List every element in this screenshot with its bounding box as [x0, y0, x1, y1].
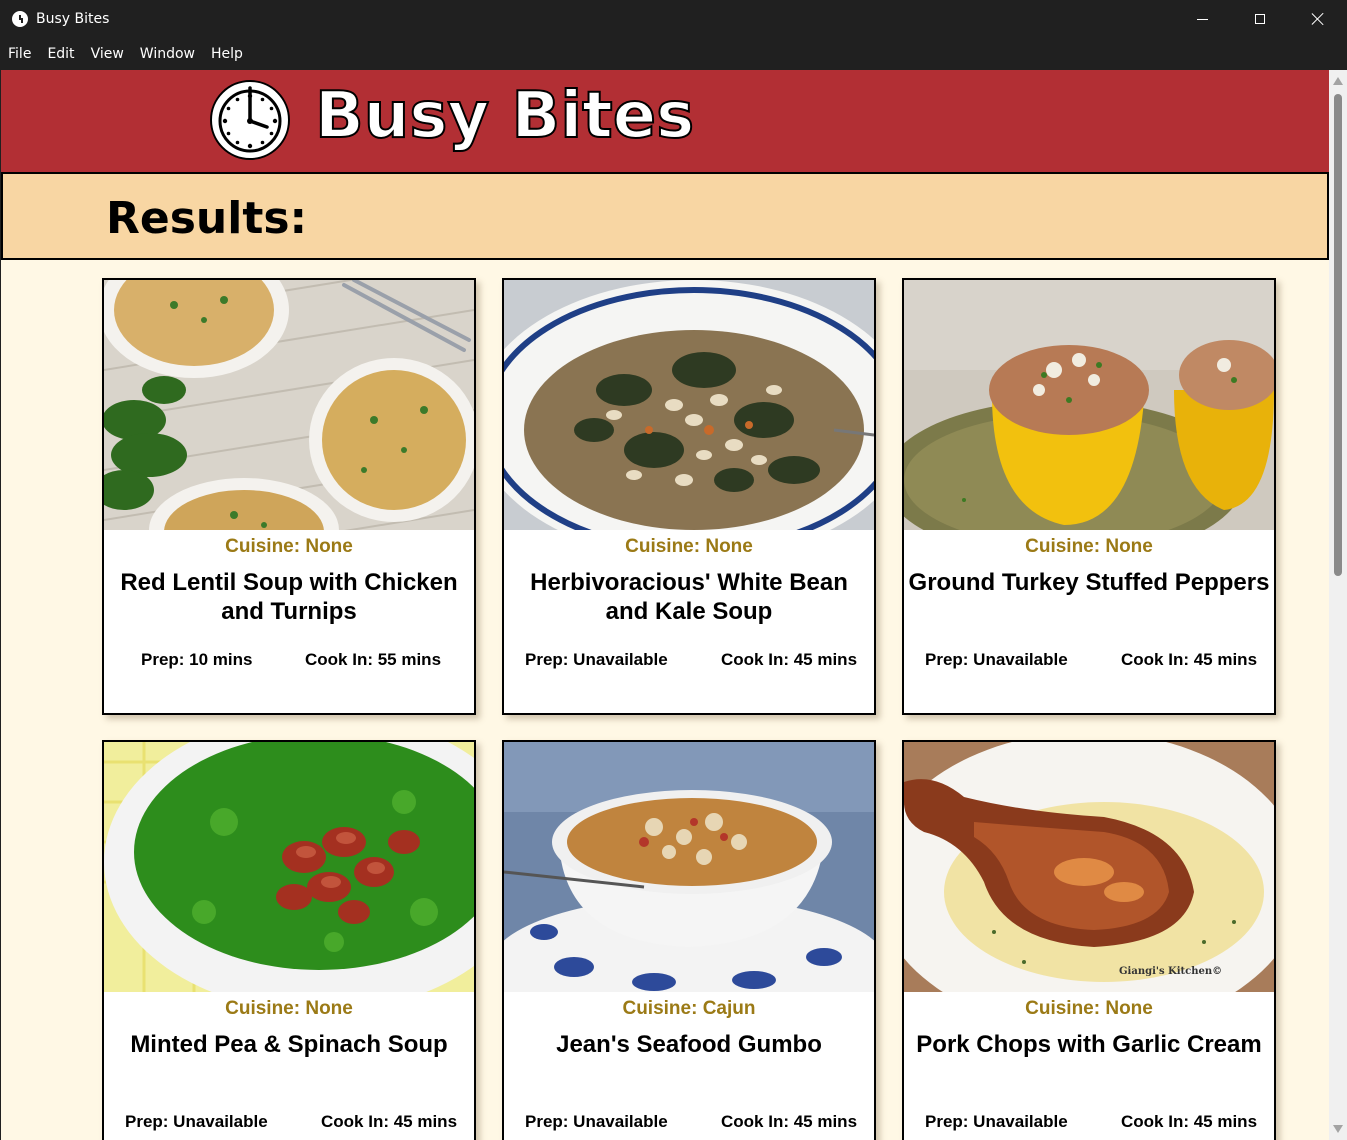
bean-kale-soup-photo [504, 280, 874, 530]
pork-chop-photo: Giangi's Kitchen© [904, 742, 1274, 992]
menu-file[interactable]: File [0, 38, 39, 70]
recipe-image [104, 742, 474, 992]
recipe-image [504, 742, 874, 992]
scrollbar-thumb[interactable] [1334, 94, 1342, 576]
recipe-meta: Prep: 10 mins Cook In: 55 mins [104, 650, 474, 672]
recipe-meta: Prep: Unavailable Cook In: 45 mins [504, 1112, 874, 1134]
recipe-image [104, 280, 474, 530]
recipe-meta: Prep: Unavailable Cook In: 45 mins [504, 650, 874, 672]
recipe-card[interactable]: Cuisine: None Ground Turkey Stuffed Pepp… [902, 278, 1276, 715]
maximize-button[interactable] [1231, 0, 1289, 38]
seafood-gumbo-photo [504, 742, 874, 992]
recipe-card[interactable]: Giangi's Kitchen© Cuisine: None Pork Cho… [902, 740, 1276, 1140]
recipe-meta: Prep: Unavailable Cook In: 45 mins [104, 1112, 474, 1134]
cuisine-label: Cuisine: None [1025, 536, 1153, 557]
menu-bar: File Edit View Window Help [0, 38, 1347, 70]
close-icon [1311, 12, 1325, 26]
scroll-up-arrow-icon[interactable] [1333, 77, 1343, 85]
lentil-soup-photo [104, 280, 474, 530]
close-button[interactable] [1289, 0, 1347, 38]
cuisine-label: Cuisine: None [1025, 998, 1153, 1019]
cook-time: Cook In: 45 mins [721, 650, 858, 669]
recipe-meta: Prep: Unavailable Cook In: 45 mins [904, 650, 1274, 672]
recipe-title[interactable]: Herbivoracious' White Bean and Kale Soup [508, 568, 870, 626]
app-logo-text: Busy Bites [314, 78, 695, 154]
results-bar: Results: [1, 172, 1329, 260]
vertical-scrollbar[interactable] [1329, 70, 1347, 1140]
app-viewport: Busy Bites Results: Cuisine: None Red Le… [1, 70, 1329, 1140]
menu-edit[interactable]: Edit [39, 38, 82, 70]
prep-time: Prep: Unavailable [525, 650, 668, 669]
prep-time: Prep: Unavailable [525, 1112, 668, 1131]
cuisine-label: Cuisine: None [225, 536, 353, 557]
recipe-title[interactable]: Red Lentil Soup with Chicken and Turnips [108, 568, 470, 626]
scroll-down-arrow-icon[interactable] [1333, 1125, 1343, 1133]
cook-time: Cook In: 55 mins [305, 650, 442, 669]
recipe-title[interactable]: Pork Chops with Garlic Cream [908, 1030, 1270, 1059]
cook-time: Cook In: 45 mins [1121, 650, 1258, 669]
app-header: Busy Bites [1, 70, 1329, 172]
menu-window[interactable]: Window [132, 38, 203, 70]
cook-time: Cook In: 45 mins [1121, 1112, 1258, 1131]
cook-time: Cook In: 45 mins [721, 1112, 858, 1131]
pea-spinach-soup-photo [104, 742, 474, 992]
recipe-image: Giangi's Kitchen© [904, 742, 1274, 992]
maximize-icon [1255, 14, 1265, 24]
recipe-title[interactable]: Ground Turkey Stuffed Peppers [908, 568, 1270, 597]
minimize-icon [1196, 18, 1208, 20]
stuffed-peppers-photo [904, 280, 1274, 530]
window-title: Busy Bites [36, 11, 110, 27]
minimize-button[interactable] [1173, 0, 1231, 38]
recipe-card[interactable]: Cuisine: None Minted Pea & Spinach Soup … [102, 740, 476, 1140]
recipe-card[interactable]: Cuisine: None Red Lentil Soup with Chick… [102, 278, 476, 715]
cuisine-label: Cuisine: None [625, 536, 753, 557]
recipe-image [904, 280, 1274, 530]
menu-help[interactable]: Help [203, 38, 251, 70]
window-controls [1173, 0, 1347, 38]
recipe-card[interactable]: Cuisine: None Herbivoracious' White Bean… [502, 278, 876, 715]
recipe-image [504, 280, 874, 530]
cook-time: Cook In: 45 mins [321, 1112, 458, 1131]
recipe-meta: Prep: Unavailable Cook In: 45 mins [904, 1112, 1274, 1134]
prep-time: Prep: Unavailable [925, 1112, 1068, 1131]
recipe-title[interactable]: Minted Pea & Spinach Soup [108, 1030, 470, 1059]
cuisine-label: Cuisine: Cajun [622, 998, 756, 1019]
prep-time: Prep: Unavailable [125, 1112, 268, 1131]
recipe-title[interactable]: Jean's Seafood Gumbo [508, 1030, 870, 1059]
prep-time: Prep: 10 mins [141, 650, 253, 669]
results-heading: Results: [106, 193, 308, 244]
watermark-text: Giangi's Kitchen© [1119, 966, 1222, 977]
recipe-card[interactable]: Cuisine: Cajun Jean's Seafood Gumbo Prep… [502, 740, 876, 1140]
cuisine-label: Cuisine: None [225, 998, 353, 1019]
prep-time: Prep: Unavailable [925, 650, 1068, 669]
menu-view[interactable]: View [83, 38, 132, 70]
clock-logo-icon [210, 80, 290, 160]
title-bar: Busy Bites [0, 0, 1347, 38]
app-icon [12, 11, 28, 27]
